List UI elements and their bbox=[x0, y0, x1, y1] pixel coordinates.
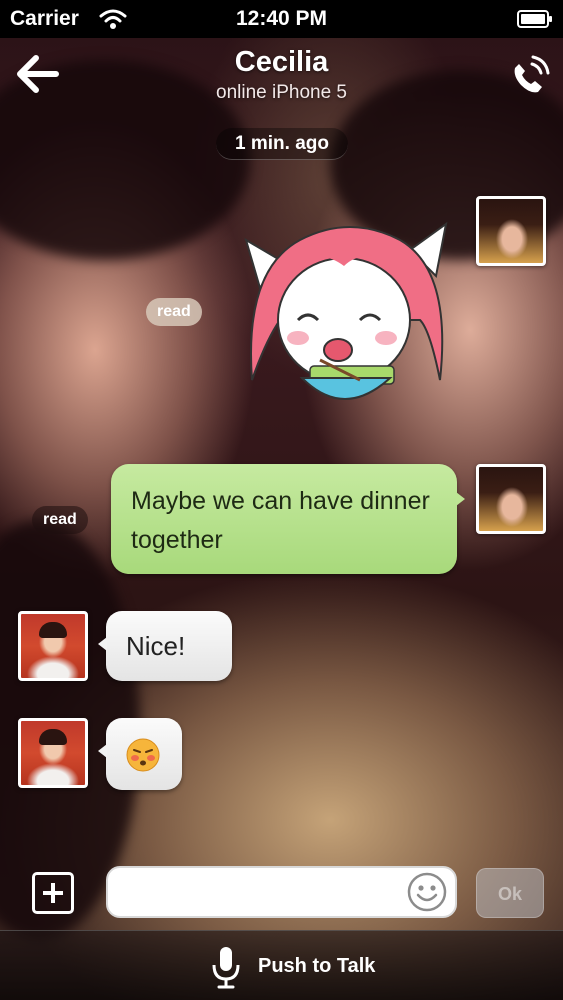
message-input-bar: Ok bbox=[0, 860, 563, 930]
read-receipt: read bbox=[32, 506, 88, 534]
status-bar: Carrier 12:40 PM bbox=[0, 0, 563, 38]
blushing-face-emoji-icon bbox=[126, 738, 160, 772]
navigation-bar: Cecilia online iPhone 5 bbox=[0, 38, 563, 118]
incoming-emoji-bubble[interactable] bbox=[98, 718, 182, 790]
message-timestamp: 1 min. ago bbox=[216, 128, 348, 160]
incoming-message-bubble[interactable]: Nice! bbox=[98, 611, 232, 681]
message-input[interactable] bbox=[106, 866, 457, 918]
add-attachment-button[interactable] bbox=[32, 872, 74, 914]
push-to-talk-label: Push to Talk bbox=[258, 955, 376, 977]
phone-call-icon[interactable] bbox=[505, 54, 551, 100]
push-to-talk-button[interactable]: Push to Talk bbox=[0, 930, 563, 1000]
battery-icon bbox=[517, 10, 552, 28]
my-avatar[interactable] bbox=[476, 196, 546, 266]
outgoing-message-bubble[interactable]: Maybe we can have dinner together bbox=[111, 464, 465, 574]
my-avatar[interactable] bbox=[476, 464, 546, 534]
contact-avatar[interactable] bbox=[18, 611, 88, 681]
chat-screen: Carrier 12:40 PM Cecilia online iPhone 5… bbox=[0, 0, 563, 1000]
send-button[interactable]: Ok bbox=[476, 868, 544, 918]
contact-avatar[interactable] bbox=[18, 718, 88, 788]
read-receipt: read bbox=[146, 298, 202, 326]
contact-status: online iPhone 5 bbox=[216, 82, 347, 103]
smiley-face-icon[interactable] bbox=[406, 871, 448, 913]
status-time: 12:40 PM bbox=[235, 7, 328, 30]
cat-girl-sticker[interactable] bbox=[240, 210, 452, 420]
contact-name: Cecilia bbox=[234, 46, 329, 78]
microphone-icon bbox=[212, 947, 240, 989]
